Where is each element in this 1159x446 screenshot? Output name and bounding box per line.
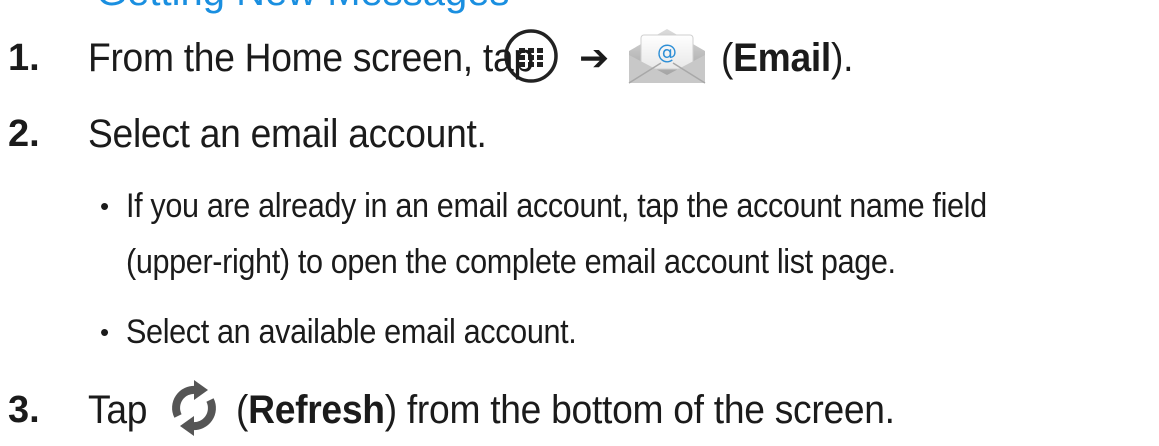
bullet-2: • Select an available email account. (0, 306, 1159, 358)
step-number: 2. (8, 112, 40, 155)
step-1: 1. From the Home screen, tap ➔ @ (Email)… (0, 28, 1159, 86)
email-label: Email (733, 35, 832, 80)
refresh-label: Refresh (248, 387, 385, 432)
bullet-marker: • (100, 316, 110, 347)
bullet-text: Select an available email account. (126, 312, 577, 351)
refresh-icon (166, 378, 222, 443)
step-text: Tap (88, 387, 148, 432)
step-text: Select an email account. (88, 111, 487, 156)
bullet-1: • If you are already in an email account… (0, 180, 1159, 232)
step-text-tail: ) from the bottom of the screen. (384, 387, 895, 432)
bullet-marker: • (100, 190, 110, 221)
paren-open: ( (721, 35, 734, 80)
step-text: From the Home screen, tap (88, 35, 534, 80)
paren-open: ( (236, 387, 249, 432)
arrow-icon: ➔ (579, 37, 610, 78)
step-number: 3. (8, 388, 40, 431)
step-2: 2. Select an email account. (0, 106, 1159, 162)
svg-text:@: @ (657, 40, 677, 64)
bullet-1-continued: (upper-right) to open the complete email… (0, 236, 1159, 288)
step-3: 3. Tap (Refresh) from the bottom of the … (0, 378, 1159, 443)
bullet-text: If you are already in an email account, … (126, 186, 987, 225)
bullet-text: (upper-right) to open the complete email… (126, 242, 896, 281)
email-app-icon: @ (625, 25, 709, 92)
paren-close: ). (831, 35, 854, 80)
step-number: 1. (8, 36, 40, 79)
section-heading: Getting New Messages (96, 0, 510, 15)
